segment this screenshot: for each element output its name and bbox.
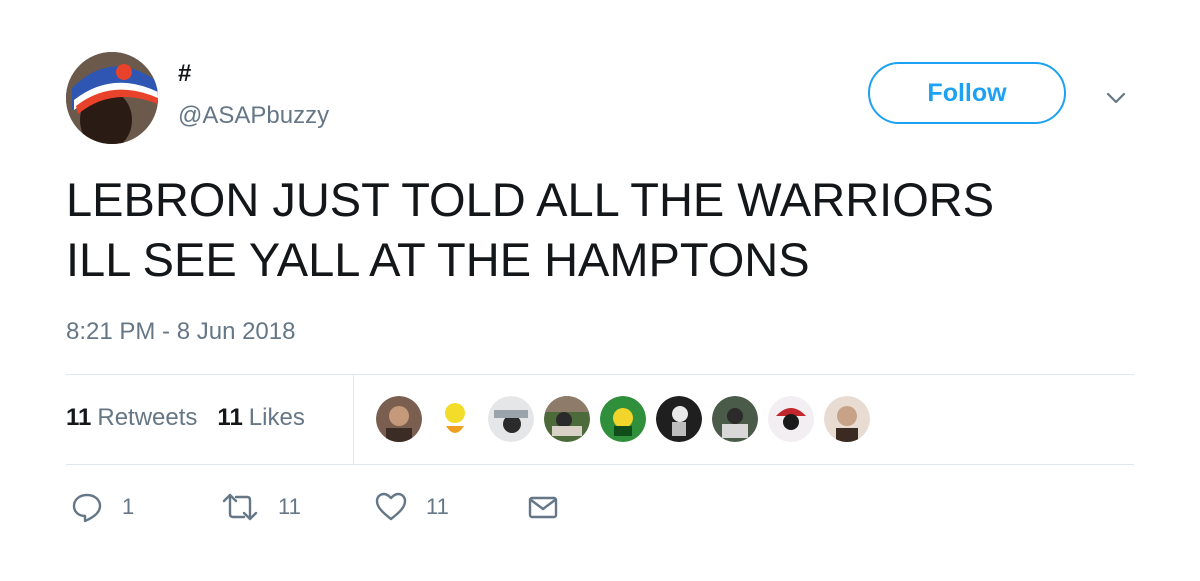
stats-divider [353, 374, 354, 464]
heart-icon[interactable] [374, 490, 408, 524]
likes-stat[interactable]: 11 Likes [217, 404, 304, 432]
liker-avatar[interactable] [824, 396, 870, 442]
likers-avatars [376, 396, 870, 442]
retweets-stat-label: Retweets [97, 404, 198, 431]
liker-avatar[interactable] [432, 396, 478, 442]
tweet-text-line: ILL SEE YALL AT THE HAMPTONS [66, 233, 810, 286]
retweet-count: 11 [278, 494, 301, 519]
liker-avatar[interactable] [656, 396, 702, 442]
liker-avatar[interactable] [768, 396, 814, 442]
reply-count: 1 [122, 494, 135, 519]
retweets-stat[interactable]: 11 Retweets [66, 404, 197, 432]
reply-action[interactable]: 1 [70, 490, 220, 524]
tweet-timestamp[interactable]: 8:21 PM - 8 Jun 2018 [66, 318, 295, 346]
reply-icon[interactable] [70, 490, 104, 524]
direct-message-action[interactable] [526, 490, 560, 524]
like-count: 11 [426, 494, 449, 519]
liker-avatar[interactable] [544, 396, 590, 442]
retweets-stat-count: 11 [66, 404, 92, 431]
retweet-icon[interactable] [220, 490, 260, 524]
avatar-image [66, 52, 158, 144]
divider [66, 464, 1134, 465]
divider [66, 374, 1134, 375]
retweet-action[interactable]: 11 [220, 490, 374, 524]
tweet-stats: 11 Retweets 11 Likes [66, 404, 305, 432]
likes-stat-label: Likes [248, 404, 305, 431]
tweet-actions: 1 11 11 [70, 490, 560, 524]
likes-stat-count: 11 [217, 404, 243, 431]
chevron-down-icon[interactable] [1100, 82, 1132, 114]
user-name[interactable]: # [178, 60, 191, 88]
liker-avatar[interactable] [712, 396, 758, 442]
user-handle[interactable]: @ASAPbuzzy [178, 102, 329, 130]
liker-avatar[interactable] [376, 396, 422, 442]
tweet-text-line: LEBRON JUST TOLD ALL THE WARRIORS [66, 173, 995, 226]
liker-avatar[interactable] [600, 396, 646, 442]
envelope-icon[interactable] [526, 490, 560, 524]
like-action[interactable]: 11 [374, 490, 526, 524]
follow-button[interactable]: Follow [868, 62, 1066, 124]
liker-avatar[interactable] [488, 396, 534, 442]
avatar[interactable] [66, 52, 158, 144]
tweet-text: LEBRON JUST TOLD ALL THE WARRIORS ILL SE… [66, 170, 1146, 290]
